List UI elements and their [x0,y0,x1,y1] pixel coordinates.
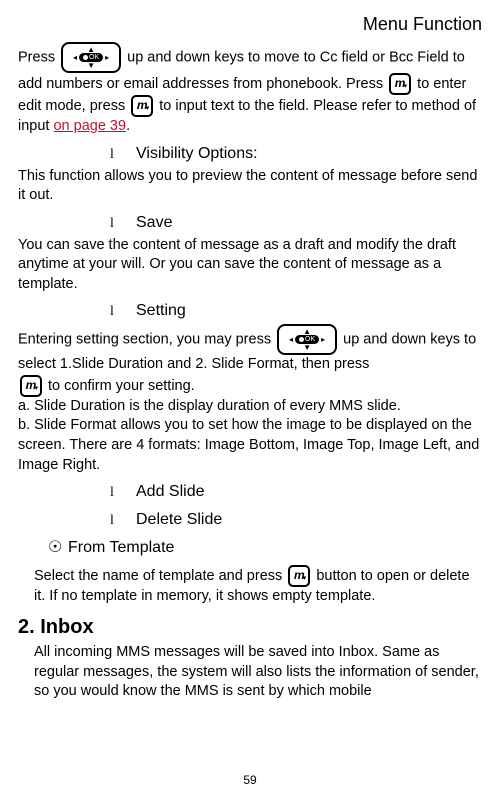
text: Entering setting section, you may press [18,332,275,348]
heading-text: Delete Slide [136,511,222,528]
heading-text: Add Slide [136,483,205,500]
delete-slide-heading: lDelete Slide [110,509,482,531]
inbox-body: All incoming MMS messages will be saved … [34,643,482,702]
text: Press [18,50,59,66]
text: Select the name of template and press [34,567,286,583]
text: . [126,118,130,134]
visibility-body: This function allows you to preview the … [18,167,482,206]
heading-text: Visibility Options: [136,145,258,162]
setting-heading: lSetting [110,300,482,322]
bullet-icon: l [110,146,136,165]
from-template-heading: ☉From Template [48,537,482,559]
visibility-heading: lVisibility Options: [110,143,482,165]
ok-nav-key-icon: ▲ ◂OK▸ ▼ [277,324,337,355]
bullet-icon: l [110,512,136,531]
circle-dot-icon: ☉ [48,537,68,559]
bullet-icon: l [110,484,136,503]
setting-a-line: a. Slide Duration is the display duratio… [18,397,482,417]
save-heading: lSave [110,212,482,234]
m-key-icon: m [389,73,411,95]
bullet-icon: l [110,215,136,234]
inbox-heading: 2. Inbox [18,614,482,641]
page-header: Menu Function [18,12,482,36]
template-body: Select the name of template and press m … [34,565,482,607]
m-key-icon: m [20,375,42,397]
setting-b-line: b. Slide Format allows you to set how th… [18,416,482,475]
save-body: You can save the content of message as a… [18,236,482,295]
setting-body: Entering setting section, you may press … [18,324,482,397]
bullet-icon: l [110,303,136,322]
m-key-icon: m [288,565,310,587]
m-key-icon: m [131,95,153,117]
heading-text: Save [136,214,172,231]
add-slide-heading: lAdd Slide [110,481,482,503]
intro-paragraph: Press ▲ ◂OK▸ ▼ up and down keys to move … [18,42,482,137]
heading-text: Setting [136,302,186,319]
heading-text: From Template [68,539,174,556]
page-39-link[interactable]: on page 39 [53,118,126,134]
page-number: 59 [0,772,500,788]
text: to confirm your setting. [48,378,195,394]
ok-nav-key-icon: ▲ ◂OK▸ ▼ [61,42,121,73]
